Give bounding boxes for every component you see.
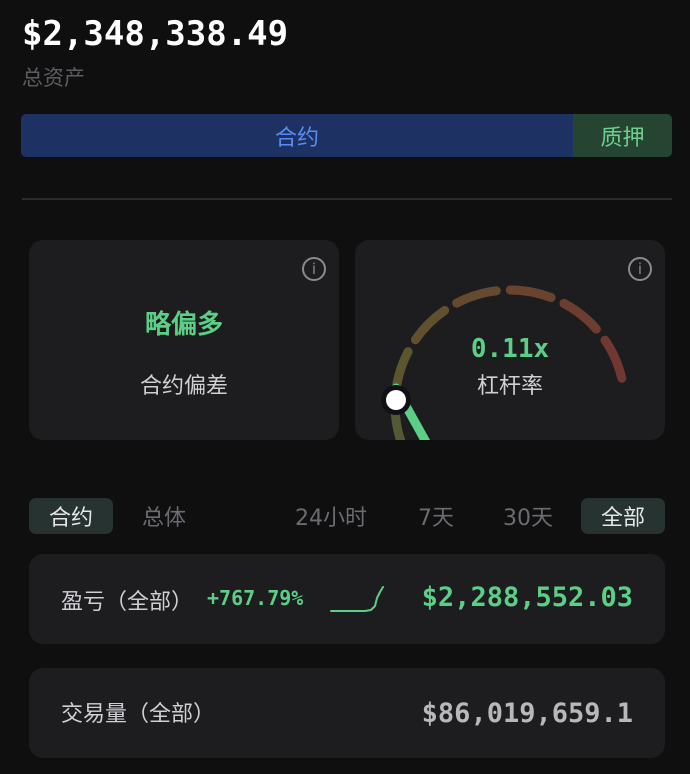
allocation-contract-segment[interactable]: 合约 — [21, 114, 573, 157]
contract-bias-label: 合约偏差 — [139, 374, 228, 399]
pnl-percent: +767.79% — [207, 586, 304, 610]
pnl-amount: $2,288,552.03 — [421, 582, 633, 613]
tab-overall-label: 总体 — [141, 506, 186, 531]
total-assets-label: 总资产 — [22, 66, 85, 90]
tab-range-30d-label: 30天 — [503, 506, 553, 531]
leverage-value: 0.11x — [470, 334, 550, 364]
pnl-sparkline — [330, 586, 384, 612]
tab-overall[interactable]: 总体 — [122, 498, 206, 534]
volume-label: 交易量（全部） — [61, 702, 216, 727]
leverage-label: 杠杆率 — [476, 374, 543, 399]
pnl-label: 盈亏（全部） — [61, 590, 194, 615]
pnl-card: 盈亏（全部） +767.79% $2,288,552.03 — [29, 554, 665, 644]
info-icon[interactable]: i — [302, 257, 326, 281]
tab-range-all-label: 全部 — [600, 506, 645, 531]
tab-range-30d[interactable]: 30天 — [494, 498, 562, 534]
gauge-segment — [505, 285, 556, 303]
contract-bias-card: i 略偏多 合约偏差 — [29, 240, 339, 440]
tab-range-24h[interactable]: 24小时 — [284, 498, 378, 534]
allocation-contract-label: 合约 — [274, 125, 319, 151]
leverage-gauge-track — [390, 285, 627, 440]
tab-range-7d-label: 7天 — [418, 506, 454, 531]
allocation-bar: 合约 质押 — [21, 114, 672, 157]
tab-contract[interactable]: 合约 — [29, 498, 113, 534]
section-divider — [22, 198, 672, 200]
allocation-collateral-segment[interactable]: 质押 — [573, 114, 672, 157]
allocation-collateral-label: 质押 — [600, 125, 645, 151]
tab-range-7d[interactable]: 7天 — [406, 498, 466, 534]
tab-range-all[interactable]: 全部 — [581, 498, 665, 534]
gauge-segment — [559, 298, 601, 334]
tab-contract-label: 合约 — [48, 506, 93, 531]
contract-bias-value: 略偏多 — [144, 310, 223, 340]
tab-range-24h-label: 24小时 — [295, 506, 367, 531]
volume-amount: $86,019,659.1 — [421, 698, 633, 729]
gauge-segment — [452, 286, 501, 308]
volume-card: 交易量（全部） $86,019,659.1 — [29, 668, 665, 758]
leverage-card: i 0.11x 杠杆率 — [355, 240, 665, 440]
total-assets-value: $2,348,338.49 — [22, 14, 289, 54]
